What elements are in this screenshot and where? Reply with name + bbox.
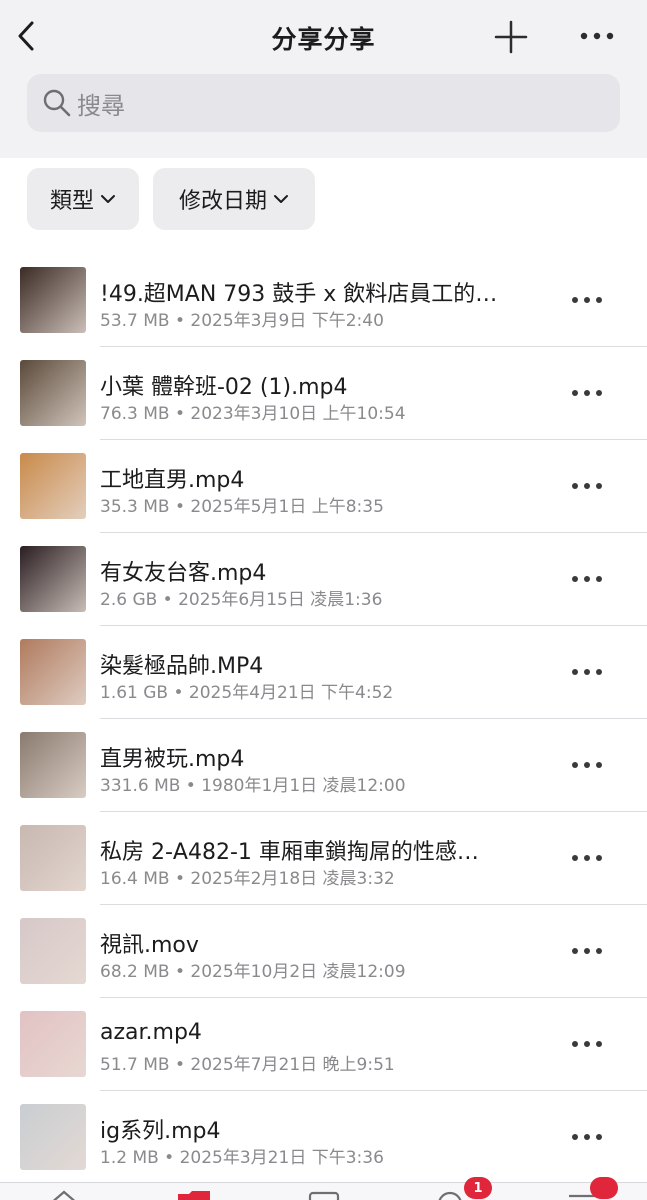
list-item[interactable]: 視訊.mov 68.2 MB • 2025年10月2日 凌晨12:09 (0, 905, 647, 998)
ellipsis-icon (572, 1134, 602, 1140)
tab-photos[interactable] (306, 1189, 342, 1200)
file-name: 有女友台客.mp4 (100, 561, 267, 586)
video-thumbnail (20, 732, 86, 798)
chevron-down-icon (101, 195, 115, 203)
plus-icon (494, 20, 528, 54)
item-more-button[interactable] (566, 935, 608, 967)
list-item[interactable]: 工地直男.mp4 35.3 MB • 2025年5月1日 上午8:35 (0, 440, 647, 533)
video-thumbnail (20, 453, 86, 519)
date-filter-button[interactable]: 修改日期 (153, 168, 315, 230)
list-item[interactable]: azar.mp4 51.7 MB • 2025年7月21日 晚上9:51 (0, 998, 647, 1091)
item-more-button[interactable] (566, 563, 608, 595)
header-area: 分享分享 搜尋 (0, 0, 647, 158)
item-more-button[interactable] (566, 1028, 608, 1060)
item-more-button[interactable] (566, 470, 608, 502)
item-more-button[interactable] (566, 842, 608, 874)
page-title: 分享分享 (271, 25, 376, 54)
ellipsis-icon (572, 1041, 602, 1047)
list-item[interactable]: 小葉 體幹班-02 (1).mp4 76.3 MB • 2023年3月10日 上午… (0, 347, 647, 440)
notification-badge: 1 (464, 1177, 492, 1199)
item-more-button[interactable] (566, 284, 608, 316)
item-more-button[interactable] (566, 377, 608, 409)
file-name: 直男被玩.mp4 (100, 747, 245, 772)
file-meta: 16.4 MB • 2025年2月18日 凌晨3:32 (100, 869, 395, 889)
tab-activity[interactable] (432, 1189, 468, 1200)
list-item[interactable]: !49.超MAN 793 鼓手 x 飲料店員工的… 53.7 MB • 2025年… (0, 254, 647, 347)
notification-badge (590, 1177, 618, 1199)
file-name: 染髮極品帥.MP4 (100, 654, 264, 679)
file-name: 私房 2-A482-1 車厢車鎖掏屌的性感… (100, 840, 479, 865)
type-filter-label: 類型 (49, 189, 94, 214)
date-filter-label: 修改日期 (178, 189, 267, 214)
list-item[interactable]: 私房 2-A482-1 車厢車鎖掏屌的性感… 16.4 MB • 2025年2月1… (0, 812, 647, 905)
filter-bar: 類型 修改日期 (0, 158, 647, 248)
tab-bar: 1 (0, 1177, 647, 1200)
video-thumbnail (20, 546, 86, 612)
tab-files[interactable] (176, 1189, 212, 1200)
ellipsis-icon (572, 669, 602, 675)
file-list: !49.超MAN 793 鼓手 x 飲料店員工的… 53.7 MB • 2025年… (0, 254, 647, 1184)
file-meta: 53.7 MB • 2025年3月9日 下午2:40 (100, 311, 384, 331)
file-meta: 76.3 MB • 2023年3月10日 上午10:54 (100, 404, 406, 424)
list-item[interactable]: ig系列.mp4 1.2 MB • 2025年3月21日 下午3:36 (0, 1091, 647, 1184)
ellipsis-icon (572, 576, 602, 582)
video-thumbnail (20, 1011, 86, 1077)
list-item[interactable]: 有女友台客.mp4 2.6 GB • 2025年6月15日 凌晨1:36 (0, 533, 647, 626)
ellipsis-icon (572, 762, 602, 768)
video-thumbnail (20, 267, 86, 333)
ellipsis-icon (572, 390, 602, 396)
chevron-down-icon (274, 195, 288, 203)
home-icon (52, 1190, 76, 1200)
file-name: 工地直男.mp4 (100, 468, 245, 493)
video-thumbnail (20, 360, 86, 426)
ellipsis-icon (572, 483, 602, 489)
more-options-button[interactable] (575, 20, 619, 52)
list-item[interactable]: 直男被玩.mp4 331.6 MB • 1980年1月1日 凌晨12:00 (0, 719, 647, 812)
video-thumbnail (20, 1104, 86, 1170)
file-name: !49.超MAN 793 鼓手 x 飲料店員工的… (100, 282, 498, 307)
add-button[interactable] (490, 16, 532, 58)
ellipsis-icon (572, 948, 602, 954)
type-filter-button[interactable]: 類型 (27, 168, 139, 230)
file-meta: 331.6 MB • 1980年1月1日 凌晨12:00 (100, 776, 406, 796)
photo-icon (308, 1191, 340, 1200)
file-meta: 1.61 GB • 2025年4月21日 下午4:52 (100, 683, 394, 703)
folder-icon (178, 1191, 210, 1200)
file-meta: 51.7 MB • 2025年7月21日 晚上9:51 (100, 1055, 395, 1075)
search-input[interactable]: 搜尋 (27, 74, 620, 132)
list-item[interactable]: 染髮極品帥.MP4 1.61 GB • 2025年4月21日 下午4:52 (0, 626, 647, 719)
video-thumbnail (20, 825, 86, 891)
video-thumbnail (20, 918, 86, 984)
ellipsis-icon (572, 855, 602, 861)
file-name: 小葉 體幹班-02 (1).mp4 (100, 375, 348, 400)
ellipsis-icon (572, 297, 602, 303)
ellipsis-icon (580, 32, 614, 40)
file-name: azar.mp4 (100, 1020, 202, 1045)
video-thumbnail (20, 639, 86, 705)
file-meta: 2.6 GB • 2025年6月15日 凌晨1:36 (100, 590, 383, 610)
item-more-button[interactable] (566, 1121, 608, 1153)
file-meta: 35.3 MB • 2025年5月1日 上午8:35 (100, 497, 384, 517)
nav-bar: 分享分享 (0, 0, 647, 72)
search-icon (37, 74, 77, 132)
activity-icon (438, 1191, 462, 1200)
tab-home[interactable] (46, 1189, 82, 1200)
file-name: ig系列.mp4 (100, 1119, 221, 1144)
file-name: 視訊.mov (100, 933, 199, 958)
file-meta: 1.2 MB • 2025年3月21日 下午3:36 (100, 1148, 384, 1168)
file-meta: 68.2 MB • 2025年10月2日 凌晨12:09 (100, 962, 406, 982)
item-more-button[interactable] (566, 749, 608, 781)
item-more-button[interactable] (566, 656, 608, 688)
search-placeholder: 搜尋 (77, 91, 125, 120)
